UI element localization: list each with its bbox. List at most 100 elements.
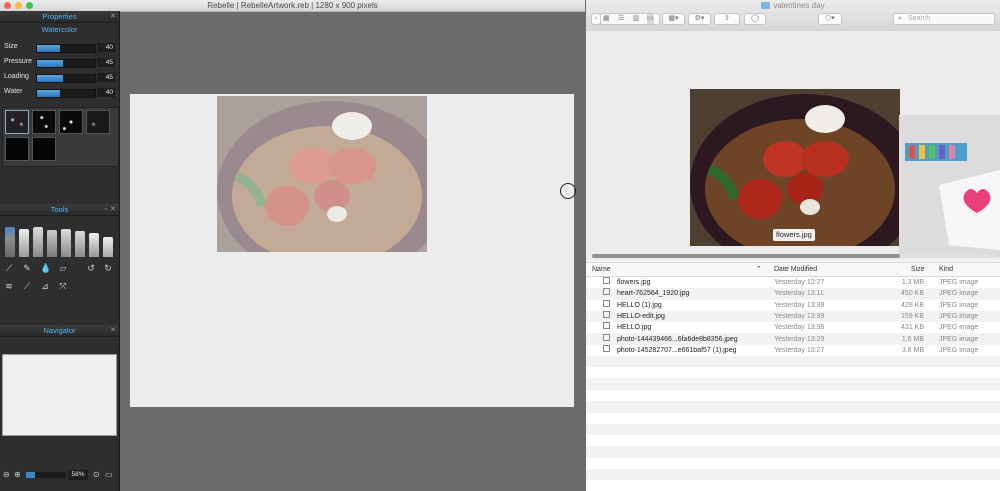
slider-track[interactable] <box>36 89 96 98</box>
empty-row <box>586 378 1000 390</box>
finder-toolbar: valentines day ‹ ▦ ☰ ▥ ▭ ▦▾ ⚙▾ ⇪ ◯ ⬡▾ ⌕ … <box>586 0 1000 32</box>
slider-track[interactable] <box>36 44 96 53</box>
slider-track[interactable] <box>36 74 96 83</box>
column-header-size[interactable]: Size <box>911 263 925 276</box>
navigator-header[interactable]: Navigator ✕ <box>0 325 119 337</box>
slider-value[interactable]: 40 <box>97 88 115 97</box>
zoom-value[interactable]: 58% <box>68 470 88 480</box>
tilt-icon[interactable]: ⊿ <box>40 281 50 291</box>
ink-pen-icon[interactable] <box>61 229 71 257</box>
brush-presets <box>2 107 119 167</box>
blow-icon[interactable]: ≋ <box>4 281 14 291</box>
column-header-kind[interactable]: Kind <box>939 263 953 276</box>
brush-preset[interactable] <box>32 110 56 134</box>
jpeg-file-icon <box>603 299 610 307</box>
file-date: Yesterday 13:11 <box>774 290 824 298</box>
empty-row <box>586 480 1000 491</box>
slider-water[interactable]: Water 40 <box>0 86 119 98</box>
file-row[interactable]: HELLO (1).jpg Yesterday 13:38 428 KB JPEG i… <box>586 299 1000 311</box>
file-date: Yesterday 13:27 <box>774 346 825 354</box>
close-icon[interactable]: ✕ <box>110 325 116 336</box>
file-list-header: Name ⌃ Date Modified Size Kind <box>586 262 1000 277</box>
empty-row <box>586 435 1000 447</box>
canvas-reference-photo[interactable] <box>217 96 427 252</box>
slider-value[interactable]: 45 <box>97 73 115 82</box>
file-row[interactable]: photo-144439466...6fa6de8b8356.jpeg Yeste… <box>586 333 1000 345</box>
brush-preset[interactable] <box>5 137 29 161</box>
jpeg-file-icon <box>603 344 610 352</box>
dropbox-icon[interactable]: ⬡▾ <box>818 13 842 25</box>
jpeg-file-icon <box>603 310 610 318</box>
zoom-slider[interactable] <box>26 472 66 478</box>
file-row[interactable]: HELLO.jpg Yesterday 13:36 431 KB JPEG image <box>586 322 1000 334</box>
fullscreen-icon[interactable]: ▭ <box>105 470 113 480</box>
brush-preset[interactable] <box>32 137 56 161</box>
tags-icon[interactable]: ◯ <box>744 13 766 25</box>
view-mode-group[interactable]: ▦ ☰ ▥ ▭ <box>600 13 660 25</box>
coverflow-view-icon[interactable]: ▭ <box>647 14 654 24</box>
slider-value[interactable]: 40 <box>97 43 115 52</box>
brush-preset[interactable] <box>5 110 29 134</box>
navigator-preview[interactable] <box>2 354 117 436</box>
undo-icon[interactable]: ↺ <box>86 263 96 273</box>
column-header-name[interactable]: Name <box>592 263 611 276</box>
slider-pressure[interactable]: Pressure 45 <box>0 56 119 68</box>
zoom-slider-fill <box>26 472 35 478</box>
close-icon[interactable]: ✕ <box>110 11 116 22</box>
icon-view-icon[interactable]: ▦ <box>603 14 610 24</box>
file-row[interactable]: photo-145282707...e661baf57 (1).jpeg Yest… <box>586 344 1000 356</box>
sort-chevron-icon[interactable]: ⌃ <box>756 263 762 276</box>
acrylic-brush-icon[interactable] <box>19 229 29 257</box>
brush-preset[interactable] <box>86 110 110 134</box>
flowers-thumbnail[interactable] <box>690 89 900 246</box>
column-view-icon[interactable]: ▥ <box>633 14 640 24</box>
slider-track[interactable] <box>36 59 96 68</box>
file-row[interactable]: heart-762564_1920.jpg Yesterday 13:11 450 … <box>586 288 1000 300</box>
action-gear-icon[interactable]: ⚙▾ <box>688 13 711 25</box>
search-input[interactable]: ⌕ Search <box>893 13 995 25</box>
file-date: Yesterday 13:27 <box>774 279 825 286</box>
zoom-fit-icon[interactable]: ⊙ <box>93 470 100 480</box>
brush-type-label[interactable]: Watercolor <box>0 24 119 35</box>
share-icon[interactable]: ⇪ <box>714 13 740 25</box>
pastel-icon[interactable] <box>33 227 43 257</box>
transform-icon[interactable]: ⤧ <box>58 281 68 291</box>
watercolor-brush-icon[interactable] <box>5 227 15 257</box>
empty-row <box>586 367 1000 379</box>
eraser-icon[interactable] <box>103 237 113 257</box>
slider-value[interactable]: 45 <box>97 58 115 67</box>
zoom-in-icon[interactable]: ⊕ <box>14 470 21 480</box>
slider-fill <box>37 90 60 97</box>
zoom-out-icon[interactable]: ⊖ <box>3 470 10 480</box>
marker-icon[interactable] <box>75 231 85 257</box>
file-row[interactable]: flowers.jpg Yesterday 13:27 1,3 MB JPEG ima… <box>586 277 1000 288</box>
sponge-icon[interactable]: ▱ <box>58 263 68 273</box>
arrange-button[interactable]: ▦▾ <box>662 13 685 25</box>
coverflow-scrollbar[interactable] <box>592 254 900 258</box>
water-drop-icon[interactable]: 💧 <box>40 263 51 273</box>
slider-size[interactable]: Size 40 <box>0 41 119 53</box>
file-row[interactable]: HELLO-edit.jpg Yesterday 13:39 159 KB JPEG … <box>586 310 1000 322</box>
column-header-date[interactable]: Date Modified <box>774 263 817 276</box>
heart-thumbnail[interactable] <box>899 115 1000 257</box>
eyedropper-icon[interactable]: ⟋ <box>22 281 32 291</box>
file-size: 1,3 MB <box>901 279 924 286</box>
empty-row <box>586 469 1000 481</box>
brush-preset[interactable] <box>59 110 83 134</box>
preview-filename-label: flowers.jpg <box>773 229 815 241</box>
smudge-icon[interactable]: ⟋ <box>4 263 14 273</box>
pencil-icon[interactable] <box>47 230 57 257</box>
airbrush-icon[interactable] <box>89 233 99 257</box>
file-size: 159 KB <box>901 312 924 320</box>
redo-icon[interactable]: ↻ <box>103 263 113 273</box>
dock-icon[interactable]: ▫ <box>105 204 107 215</box>
jpeg-file-icon <box>603 322 610 330</box>
close-icon[interactable]: ✕ <box>110 204 116 215</box>
tool-icons: ⟋ ✎ 💧 ▱ ↺ ↻ ≋ ⟋ ⊿ ⤧ <box>2 262 117 294</box>
file-name: photo-144439466...6fa6de8b8356.jpeg <box>617 335 738 343</box>
list-view-icon[interactable]: ☰ <box>618 14 624 24</box>
tools-header[interactable]: Tools ▫ ✕ <box>0 204 119 216</box>
properties-header[interactable]: Properties ✕ <box>0 11 119 23</box>
blend-icon[interactable]: ✎ <box>22 263 32 273</box>
slider-loading[interactable]: Loading 45 <box>0 71 119 83</box>
